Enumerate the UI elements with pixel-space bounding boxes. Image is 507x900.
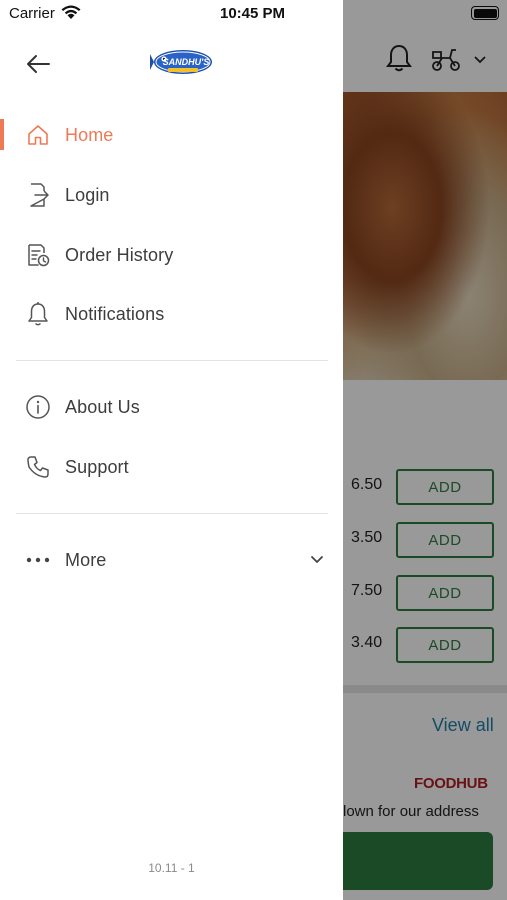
menu-item-notifications[interactable]: Notifications — [0, 289, 343, 339]
navigation-drawer: Carrier 10:45 PM SANDHU'S Home Login Ord… — [0, 0, 343, 900]
arrow-left-icon — [27, 55, 50, 73]
menu-label: Login — [65, 184, 110, 205]
menu-label: Order History — [65, 244, 174, 265]
app-version: 10.11 - 1 — [148, 861, 195, 875]
status-bar: Carrier 10:45 PM — [0, 0, 343, 28]
home-icon — [24, 121, 52, 149]
menu-item-support[interactable]: Support — [0, 442, 343, 492]
menu-label: Notifications — [65, 303, 165, 324]
menu-divider — [16, 360, 328, 361]
menu-item-more[interactable]: More — [0, 535, 343, 585]
menu-label: Home — [65, 124, 114, 145]
menu-divider — [16, 513, 328, 514]
menu-item-home[interactable]: Home — [0, 110, 343, 160]
carrier-label: Carrier — [9, 5, 55, 22]
menu-label: Support — [65, 456, 129, 477]
back-button[interactable] — [22, 50, 54, 78]
menu-label: About Us — [65, 396, 140, 417]
chevron-down-icon — [311, 556, 323, 563]
wifi-icon — [61, 5, 81, 19]
restaurant-logo: SANDHU'S — [150, 50, 212, 74]
menu-label: More — [65, 549, 107, 570]
svg-text:SANDHU'S: SANDHU'S — [163, 57, 210, 67]
menu-item-login[interactable]: Login — [0, 170, 343, 220]
login-icon — [24, 181, 52, 209]
menu-item-about-us[interactable]: About Us — [0, 382, 343, 432]
phone-icon — [24, 453, 52, 481]
status-time: 10:45 PM — [220, 5, 286, 22]
bell-icon — [24, 300, 52, 328]
more-dots-icon — [24, 546, 52, 574]
order-history-icon — [24, 241, 52, 269]
info-icon — [24, 393, 52, 421]
menu-item-order-history[interactable]: Order History — [0, 230, 343, 280]
